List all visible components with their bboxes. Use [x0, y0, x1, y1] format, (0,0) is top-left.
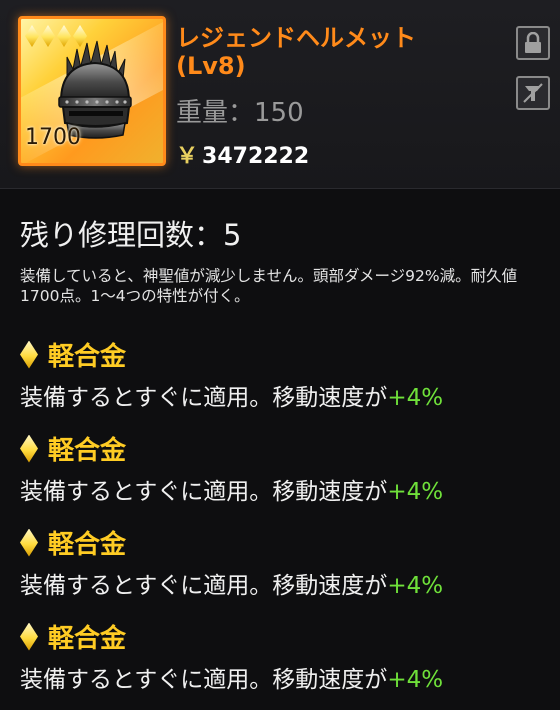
item-description: 装備していると、神聖値が減少しません。頭部ダメージ92%減。耐久値1700点。1…	[20, 267, 518, 305]
weight-value: 150	[254, 98, 304, 128]
trait-desc-text: 装備するとすぐに適用。移動速度が	[20, 667, 388, 693]
item-weight: 重量：150	[176, 92, 304, 129]
trait-bonus: +4%	[387, 385, 444, 411]
trait-title: 軽合金	[20, 618, 126, 655]
trait-desc-text: 装備するとすぐに適用。移動速度が	[20, 479, 388, 505]
unequip-button[interactable]	[516, 76, 550, 110]
lock-button[interactable]	[516, 26, 550, 60]
trait-title: 軽合金	[20, 336, 126, 373]
trait-gem-icon	[20, 622, 38, 651]
trait-name: 軽合金	[48, 436, 127, 466]
trait-description: 装備するとすぐに適用。移動速度が+4%	[20, 378, 443, 412]
item-price: ￥ 3472222	[176, 138, 309, 170]
weight-label: 重量：	[176, 98, 255, 128]
trait-bonus: +4%	[387, 479, 444, 505]
trait-desc-text: 装備するとすぐに適用。移動速度が	[20, 573, 388, 599]
trait-gem-icon	[20, 340, 38, 369]
repair-count: 残り修理回数：5	[20, 218, 242, 252]
trait-gem-icon	[20, 434, 38, 463]
trait-bonus: +4%	[387, 573, 444, 599]
trait-name: 軽合金	[48, 530, 127, 560]
yen-icon: ￥	[176, 144, 199, 169]
trait-bonus: +4%	[387, 667, 444, 693]
item-name-line2: (Lv8)	[176, 52, 246, 80]
trait-title: 軽合金	[20, 524, 126, 561]
trait-title: 軽合金	[20, 430, 126, 467]
trait-name: 軽合金	[48, 342, 127, 372]
durability-value: 1700	[25, 125, 81, 150]
trait-description: 装備するとすぐに適用。移動速度が+4%	[20, 472, 443, 506]
item-name-line1: レジェンドヘルメット	[176, 24, 416, 52]
trait-description: 装備するとすぐに適用。移動速度が+4%	[20, 566, 443, 600]
trait-name: 軽合金	[48, 624, 127, 654]
item-slot[interactable]: 1700	[18, 16, 166, 166]
trait-desc-text: 装備するとすぐに適用。移動速度が	[20, 385, 388, 411]
item-detail-panel: 1700 レジェンドヘルメット (Lv8) 重量：150 ￥ 3472222 残…	[0, 0, 560, 710]
unequip-icon	[523, 83, 543, 103]
lock-icon	[525, 32, 541, 53]
price-value: 3472222	[202, 144, 310, 169]
trait-description: 装備するとすぐに適用。移動速度が+4%	[20, 660, 443, 694]
item-name: レジェンドヘルメット (Lv8)	[176, 24, 476, 80]
rarity-gem-icon	[25, 25, 39, 47]
item-header: 1700 レジェンドヘルメット (Lv8) 重量：150 ￥ 3472222	[0, 0, 560, 189]
trait-gem-icon	[20, 528, 38, 557]
